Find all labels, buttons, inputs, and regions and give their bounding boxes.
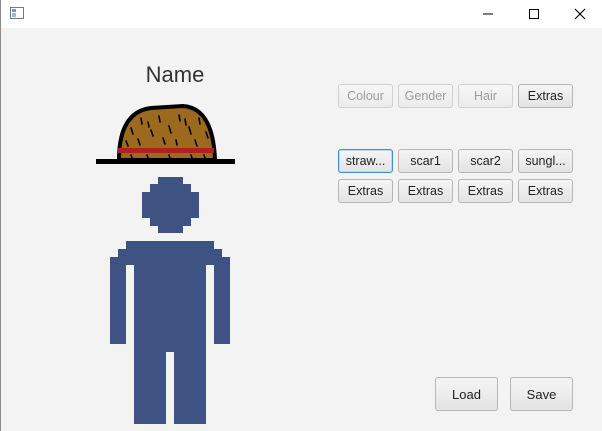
- hair-button[interactable]: Hair: [458, 84, 513, 108]
- gender-button[interactable]: Gender: [398, 84, 453, 108]
- item-button-sunglasses[interactable]: sungl...: [518, 149, 573, 173]
- colour-button[interactable]: Colour: [338, 84, 393, 108]
- app-window: Name Colour Gender Hair Extras straw... …: [0, 0, 602, 431]
- item-extras-button-sunglasses[interactable]: Extras: [518, 179, 573, 203]
- extras-button[interactable]: Extras: [518, 84, 573, 108]
- item-extras-button-straw[interactable]: Extras: [338, 179, 393, 203]
- save-button[interactable]: Save: [510, 377, 573, 411]
- item-button-straw[interactable]: straw...: [338, 149, 393, 173]
- load-button[interactable]: Load: [435, 377, 498, 411]
- item-button-scar1[interactable]: scar1: [398, 149, 453, 173]
- character-preview: [96, 103, 235, 424]
- item-button-scar2[interactable]: scar2: [458, 149, 513, 173]
- item-extras-button-scar2[interactable]: Extras: [458, 179, 513, 203]
- item-extras-button-scar1[interactable]: Extras: [398, 179, 453, 203]
- straw-hat-icon: [96, 103, 235, 164]
